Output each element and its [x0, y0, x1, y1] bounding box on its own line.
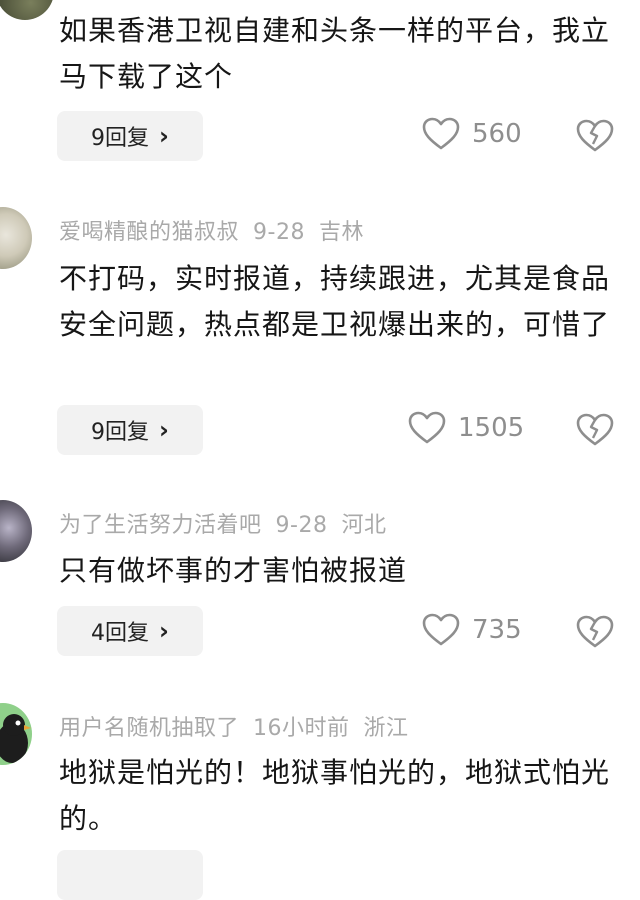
comment-meta: 为了生活努力活着吧 9-28 河北: [59, 507, 400, 539]
view-replies-button[interactable]: 4回复 ›: [57, 606, 203, 656]
dislike-button[interactable]: [576, 413, 614, 451]
comment-location: 河北: [341, 513, 387, 538]
reply-count-label: 4回复: [91, 621, 150, 646]
comment-text: 地狱是怕光的！地狱事怕光的，地狱式怕光的。: [59, 756, 611, 835]
like-count: 560: [472, 119, 522, 149]
broken-heart-icon: [576, 413, 614, 446]
username[interactable]: 爱喝精酿的猫叔叔: [59, 220, 239, 245]
comment-meta: 用户名随机抽取了 16小时前 浙江: [59, 710, 423, 742]
comment-text: 只有做坏事的才害怕被报道: [59, 554, 408, 587]
comment-text: 不打码，实时报道，持续跟进，尤其是食品安全问题，热点都是卫视爆出来的，可惜了: [59, 262, 611, 341]
like-button[interactable]: 735: [422, 613, 522, 647]
broken-heart-icon: [576, 119, 614, 152]
avatar[interactable]: [0, 0, 54, 20]
avatar[interactable]: [0, 703, 32, 765]
chevron-right-icon: ›: [159, 617, 169, 645]
heart-outline-icon: [408, 411, 446, 444]
broken-heart-icon: [576, 615, 614, 648]
heart-outline-icon: [422, 613, 460, 646]
reply-count-label: 9回复: [91, 420, 150, 445]
comment-meta: 爱喝精酿的猫叔叔 9-28 吉林: [59, 214, 378, 246]
username[interactable]: 为了生活努力活着吧: [59, 513, 262, 538]
like-button[interactable]: 1505: [408, 411, 524, 445]
comment-date: 9-28: [253, 220, 305, 245]
view-replies-button[interactable]: 9回复 ›: [57, 405, 203, 455]
avatar[interactable]: [0, 207, 32, 269]
comment-text: 如果香港卫视自建和头条一样的平台，我立马下载了这个: [59, 14, 611, 93]
avatar[interactable]: [0, 500, 32, 562]
chevron-right-icon: ›: [159, 122, 169, 150]
bird-icon: [0, 714, 31, 763]
username[interactable]: 用户名随机抽取了: [59, 716, 239, 741]
dislike-button[interactable]: [576, 615, 614, 653]
comment-date: 16小时前: [253, 716, 350, 741]
view-replies-button[interactable]: 9回复 ›: [57, 111, 203, 161]
dislike-button[interactable]: [576, 119, 614, 157]
like-count: 735: [472, 615, 522, 645]
comment-location: 浙江: [363, 716, 409, 741]
comment-date: 9-28: [275, 513, 328, 538]
chevron-right-icon: ›: [159, 416, 169, 444]
comment-location: 吉林: [318, 220, 364, 245]
reply-count-label: 9回复: [91, 126, 150, 151]
view-replies-button[interactable]: [57, 850, 203, 900]
like-button[interactable]: 560: [422, 117, 522, 151]
like-count: 1505: [458, 413, 525, 443]
heart-outline-icon: [422, 117, 460, 150]
